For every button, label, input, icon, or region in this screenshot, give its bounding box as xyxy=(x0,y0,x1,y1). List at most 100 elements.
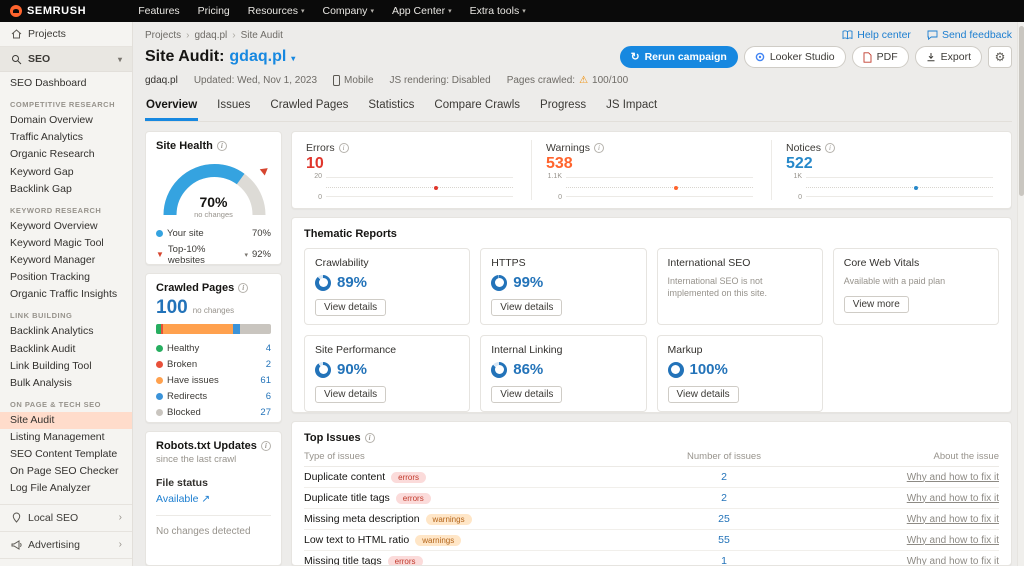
file-status-link[interactable]: Available ↗ xyxy=(156,493,271,505)
help-center-link[interactable]: Help center xyxy=(842,29,911,41)
sidebar-item-projects[interactable]: Projects xyxy=(0,22,132,47)
sidebar-item-backlink-audit[interactable]: Backlink Audit xyxy=(0,341,132,358)
why-how-to-fix-link[interactable]: Why and how to fix it xyxy=(829,472,999,483)
tab-progress[interactable]: Progress xyxy=(539,95,587,121)
breadcrumb-projects[interactable]: Projects xyxy=(145,30,181,41)
count-link[interactable]: 2 xyxy=(266,359,271,370)
meta-device: Mobile xyxy=(333,75,373,86)
sidebar-item-seo-dashboard[interactable]: SEO Dashboard xyxy=(0,72,132,92)
breadcrumb-site-audit[interactable]: Site Audit xyxy=(241,30,283,41)
breadcrumb-domain[interactable]: gdaq.pl xyxy=(194,30,227,41)
legend-top10-websites[interactable]: ▼ Top-10% websites ▾ 92% xyxy=(156,241,271,268)
info-icon[interactable]: i xyxy=(365,433,375,443)
settings-gear-button[interactable]: ⚙ xyxy=(988,46,1012,68)
view-details-button[interactable]: View details xyxy=(668,386,739,403)
notices-metric[interactable]: Notices i 522 1K 0 xyxy=(771,140,1011,200)
export-button[interactable]: Export xyxy=(915,46,982,68)
bar-blocked[interactable] xyxy=(240,324,271,334)
info-icon[interactable]: i xyxy=(825,143,835,153)
why-how-to-fix-link[interactable]: Why and how to fix it xyxy=(829,556,999,566)
sidebar-item-organic-traffic-insights[interactable]: Organic Traffic Insights xyxy=(0,286,132,303)
tab-statistics[interactable]: Statistics xyxy=(367,95,415,121)
view-more-button[interactable]: View more xyxy=(844,296,909,313)
sidebar-item-domain-overview[interactable]: Domain Overview xyxy=(0,112,132,129)
count-link[interactable]: 27 xyxy=(260,407,271,418)
info-icon[interactable]: i xyxy=(339,143,349,153)
tab-compare-crawls[interactable]: Compare Crawls xyxy=(433,95,521,121)
sidebar-item-local-seo[interactable]: Local SEO › xyxy=(0,505,132,532)
nav-resources[interactable]: Resources▾ xyxy=(248,5,305,17)
tile-core-web-vitals: Core Web Vitals Available with a paid pl… xyxy=(833,248,999,325)
issue-count-link[interactable]: 2 xyxy=(619,492,829,504)
home-icon xyxy=(10,29,22,39)
send-feedback-link[interactable]: Send feedback xyxy=(927,29,1012,41)
count-link[interactable]: 6 xyxy=(266,391,271,402)
info-icon[interactable]: i xyxy=(238,283,248,293)
tab-overview[interactable]: Overview xyxy=(145,95,198,121)
sidebar-item-social-media[interactable]: Social Media › xyxy=(0,559,132,566)
nav-app-center[interactable]: App Center▾ xyxy=(392,5,452,17)
vertical-scrollbar[interactable] xyxy=(1017,22,1024,566)
looker-studio-button[interactable]: Looker Studio xyxy=(744,46,846,68)
sidebar-item-on-page-seo-checker[interactable]: On Page SEO Checker xyxy=(0,463,132,480)
sidebar-item-keyword-overview[interactable]: Keyword Overview xyxy=(0,218,132,235)
sidebar-item-backlink-gap[interactable]: Backlink Gap xyxy=(0,181,132,198)
bar-have-issues[interactable] xyxy=(163,324,233,334)
sidebar-item-position-tracking[interactable]: Position Tracking xyxy=(0,269,132,286)
tile-crawlability: Crawlability 89% View details xyxy=(304,248,470,325)
info-icon[interactable]: i xyxy=(594,143,604,153)
nav-extra-tools[interactable]: Extra tools▾ xyxy=(470,5,526,17)
sidebar-item-keyword-gap[interactable]: Keyword Gap xyxy=(0,164,132,181)
info-icon[interactable]: i xyxy=(217,141,227,151)
sidebar-item-keyword-magic-tool[interactable]: Keyword Magic Tool xyxy=(0,235,132,252)
sidebar-item-site-audit[interactable]: Site Audit xyxy=(0,412,132,429)
chevron-down-icon[interactable]: ▾ xyxy=(291,54,295,63)
tab-js-impact[interactable]: JS Impact xyxy=(605,95,658,121)
sidebar-item-seo-content-template[interactable]: SEO Content Template xyxy=(0,446,132,463)
sidebar-section-keyword-research: KEYWORD RESEARCH xyxy=(0,198,132,218)
sidebar-item-listing-management[interactable]: Listing Management xyxy=(0,429,132,446)
why-how-to-fix-link[interactable]: Why and how to fix it xyxy=(829,535,999,546)
sidebar-item-advertising[interactable]: Advertising › xyxy=(0,532,132,559)
status-badge: errors xyxy=(391,472,426,483)
sidebar-item-bulk-analysis[interactable]: Bulk Analysis xyxy=(0,375,132,392)
view-details-button[interactable]: View details xyxy=(491,299,562,316)
sidebar-item-keyword-manager[interactable]: Keyword Manager xyxy=(0,252,132,269)
view-details-button[interactable]: View details xyxy=(491,386,562,403)
info-icon[interactable]: i xyxy=(261,441,271,451)
sidebar-item-log-file-analyzer[interactable]: Log File Analyzer xyxy=(0,480,132,497)
why-how-to-fix-link[interactable]: Why and how to fix it xyxy=(829,493,999,504)
tab-issues[interactable]: Issues xyxy=(216,95,251,121)
progress-ring-icon xyxy=(315,275,331,291)
pdf-button[interactable]: PDF xyxy=(852,46,909,68)
sidebar-item-traffic-analytics[interactable]: Traffic Analytics xyxy=(0,129,132,146)
nav-company[interactable]: Company▾ xyxy=(322,5,373,17)
errors-metric[interactable]: Errors i 10 20 0 xyxy=(292,140,531,200)
scrollbar-thumb[interactable] xyxy=(1019,26,1024,196)
issue-count-link[interactable]: 1 xyxy=(619,555,829,566)
issue-count-link[interactable]: 2 xyxy=(619,471,829,483)
count-link[interactable]: 61 xyxy=(260,375,271,386)
sidebar-item-seo[interactable]: SEO ▾ xyxy=(0,47,132,72)
nav-pricing[interactable]: Pricing xyxy=(198,5,230,17)
sidebar-item-organic-research[interactable]: Organic Research xyxy=(0,146,132,163)
rerun-campaign-button[interactable]: ↻ Rerun campaign xyxy=(620,46,738,68)
view-details-button[interactable]: View details xyxy=(315,299,386,316)
project-domain-selector[interactable]: gdaq.pl xyxy=(229,48,286,66)
view-details-button[interactable]: View details xyxy=(315,386,386,403)
nav-features[interactable]: Features xyxy=(138,5,179,17)
issue-count-link[interactable]: 55 xyxy=(619,534,829,546)
why-how-to-fix-link[interactable]: Why and how to fix it xyxy=(829,514,999,525)
sidebar-item-link-building-tool[interactable]: Link Building Tool xyxy=(0,358,132,375)
bar-redirects[interactable] xyxy=(233,324,240,334)
table-row: Duplicate title tags errors 2 Why and ho… xyxy=(304,488,999,509)
chat-bubble-icon xyxy=(927,30,938,40)
count-link[interactable]: 4 xyxy=(266,343,271,354)
tab-crawled-pages[interactable]: Crawled Pages xyxy=(269,95,349,121)
site-health-gauge: 70% no changes xyxy=(156,157,271,219)
issue-count-link[interactable]: 25 xyxy=(619,513,829,525)
warnings-metric[interactable]: Warnings i 538 1.1K 0 xyxy=(531,140,771,200)
sidebar-item-backlink-analytics[interactable]: Backlink Analytics xyxy=(0,323,132,340)
red-triangle-icon: ▼ xyxy=(156,251,164,259)
semrush-logo[interactable]: SEMRUSH xyxy=(10,5,86,17)
